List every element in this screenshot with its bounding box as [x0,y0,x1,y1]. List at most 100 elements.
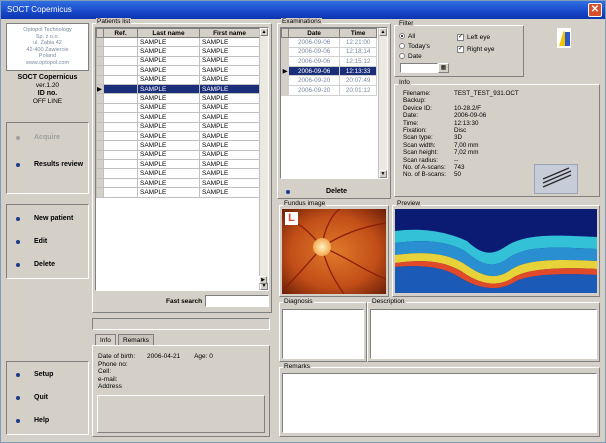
row-pointer-icon[interactable]: ▶ [96,83,104,95]
row-pointer-icon[interactable]: ▶ [281,65,289,77]
row-selector[interactable] [281,84,289,96]
scroll-up-icon[interactable]: ▲ [379,28,387,36]
table-row[interactable]: SAMPLE SAMPLE [96,102,260,114]
row-selector[interactable] [96,159,104,170]
last-name-cell: SAMPLE [137,149,200,161]
examinations-scrollbar[interactable]: ▲ ▼ [378,28,387,178]
table-row[interactable]: SAMPLE SAMPLE [96,159,260,170]
tab-remarks[interactable]: Remarks [118,334,155,345]
filter-option-all[interactable]: All [399,32,430,42]
row-selector[interactable] [281,75,289,86]
table-row[interactable]: SAMPLE SAMPLE [96,168,260,179]
info-key: Device ID: [403,104,433,112]
table-row[interactable]: SAMPLE SAMPLE [96,130,260,142]
table-row[interactable]: SAMPLE SAMPLE [96,149,260,161]
dob-value: 2006-04-21 [147,353,181,360]
ref-cell [103,46,138,57]
calendar-icon[interactable]: ▦ [438,63,449,73]
table-row[interactable]: ▶ SAMPLE SAMPLE [96,83,260,95]
table-row[interactable]: SAMPLE SAMPLE [96,46,260,57]
info-value: 50 [454,171,462,179]
table-row[interactable]: 2006-09-20 20:01:12 [281,84,377,96]
row-selector[interactable] [96,121,104,132]
setup-label: Setup [34,371,54,378]
row-selector[interactable] [96,177,104,189]
table-row[interactable]: SAMPLE SAMPLE [96,36,260,48]
left-eye-checkbox[interactable]: ✓ Left eye [457,32,494,44]
delete-patient-button[interactable]: Delete [7,254,88,277]
row-selector[interactable] [96,149,104,161]
row-selector[interactable] [96,74,104,85]
new-patient-button[interactable]: New patient [7,208,88,231]
row-selector[interactable] [281,37,289,48]
column-header-date[interactable]: Date [287,28,341,38]
table-row[interactable]: SAMPLE SAMPLE [96,140,260,151]
patients-table: Ref. Last name First name SAMPLE SAMPLE SA… [96,28,260,198]
acquire-button-group: Acquire Results review [6,122,89,194]
table-row[interactable]: SAMPLE SAMPLE [96,74,260,85]
fast-search-input[interactable] [205,295,269,307]
row-selector[interactable] [96,46,104,57]
column-header-first-name[interactable]: First name [199,28,260,38]
first-name-cell: SAMPLE [199,65,260,76]
filter-option-today[interactable]: Today's [399,42,430,52]
help-button[interactable]: Help [7,410,88,433]
row-selector[interactable] [96,168,104,179]
quit-button[interactable]: Quit [7,387,88,410]
remarks-textbox[interactable] [282,373,597,433]
table-row[interactable]: SAMPLE SAMPLE [96,112,260,123]
table-row[interactable]: SAMPLE SAMPLE [96,187,260,198]
table-row[interactable]: SAMPLE SAMPLE [96,55,260,67]
table-row[interactable]: 2006-09-20 20:07:49 [281,75,377,86]
table-row[interactable]: 2006-09-06 12:21:00 [281,37,377,48]
column-header-ref[interactable]: Ref. [103,28,138,38]
info-key: Time: [403,119,419,127]
oct-preview-image[interactable] [395,209,597,293]
results-review-button[interactable]: Results review [7,154,88,177]
table-row[interactable]: SAMPLE SAMPLE [96,177,260,189]
row-selector[interactable] [96,36,104,48]
row-selector[interactable] [96,93,104,104]
column-header-time[interactable]: Time [339,28,377,38]
column-header-last-name[interactable]: Last name [137,28,200,38]
tab-info[interactable]: Info [95,334,116,345]
filter-option-date[interactable]: Date [399,52,430,62]
exam-time-cell: 20:07:49 [339,75,377,86]
patients-scrollbar[interactable]: ▲ ▼ [259,28,268,290]
diagnosis-label: Diagnosis [283,298,314,305]
row-selector[interactable] [96,130,104,142]
info-value: 2006-09-06 [454,112,487,120]
acquire-button[interactable]: Acquire [7,127,88,150]
table-row[interactable]: SAMPLE SAMPLE [96,93,260,104]
row-selector[interactable] [96,102,104,114]
row-selector[interactable] [96,65,104,76]
table-row[interactable]: ▶ 2006-09-06 12:13:33 [281,65,377,77]
edit-button[interactable]: Edit [7,231,88,254]
table-row[interactable]: 2006-09-06 12:18:14 [281,46,377,58]
delete-exam-button[interactable]: Delete [284,187,384,197]
table-row[interactable]: 2006-09-06 12:15:12 [281,56,377,67]
table-row[interactable]: SAMPLE SAMPLE [96,65,260,76]
app-name: SOCT Copernicus [17,74,78,81]
scroll-up-icon[interactable]: ▲ [260,28,268,36]
row-selector[interactable] [281,46,289,58]
scroll-down-icon[interactable]: ▼ [379,170,387,178]
scroll-right-icon[interactable]: ▶ [259,276,267,284]
info-key: Date: [403,112,419,120]
row-selector[interactable] [96,140,104,151]
last-name-cell: SAMPLE [137,46,200,57]
row-selector[interactable] [96,55,104,67]
setup-button[interactable]: Setup [7,364,88,387]
table-row[interactable]: SAMPLE SAMPLE [96,121,260,132]
diagnosis-textbox[interactable] [282,309,364,359]
description-textbox[interactable] [370,309,597,359]
row-selector[interactable] [281,56,289,67]
info-key: Scan height: [403,149,439,157]
info-row: Scan height: 7,02 mm [403,149,519,156]
right-eye-checkbox[interactable]: ✓ Right eye [457,44,494,56]
date-input[interactable] [400,63,438,73]
close-button[interactable]: ✕ [588,3,602,17]
last-name-cell: SAMPLE [137,112,200,123]
row-selector[interactable] [96,112,104,123]
row-selector[interactable] [96,187,104,198]
